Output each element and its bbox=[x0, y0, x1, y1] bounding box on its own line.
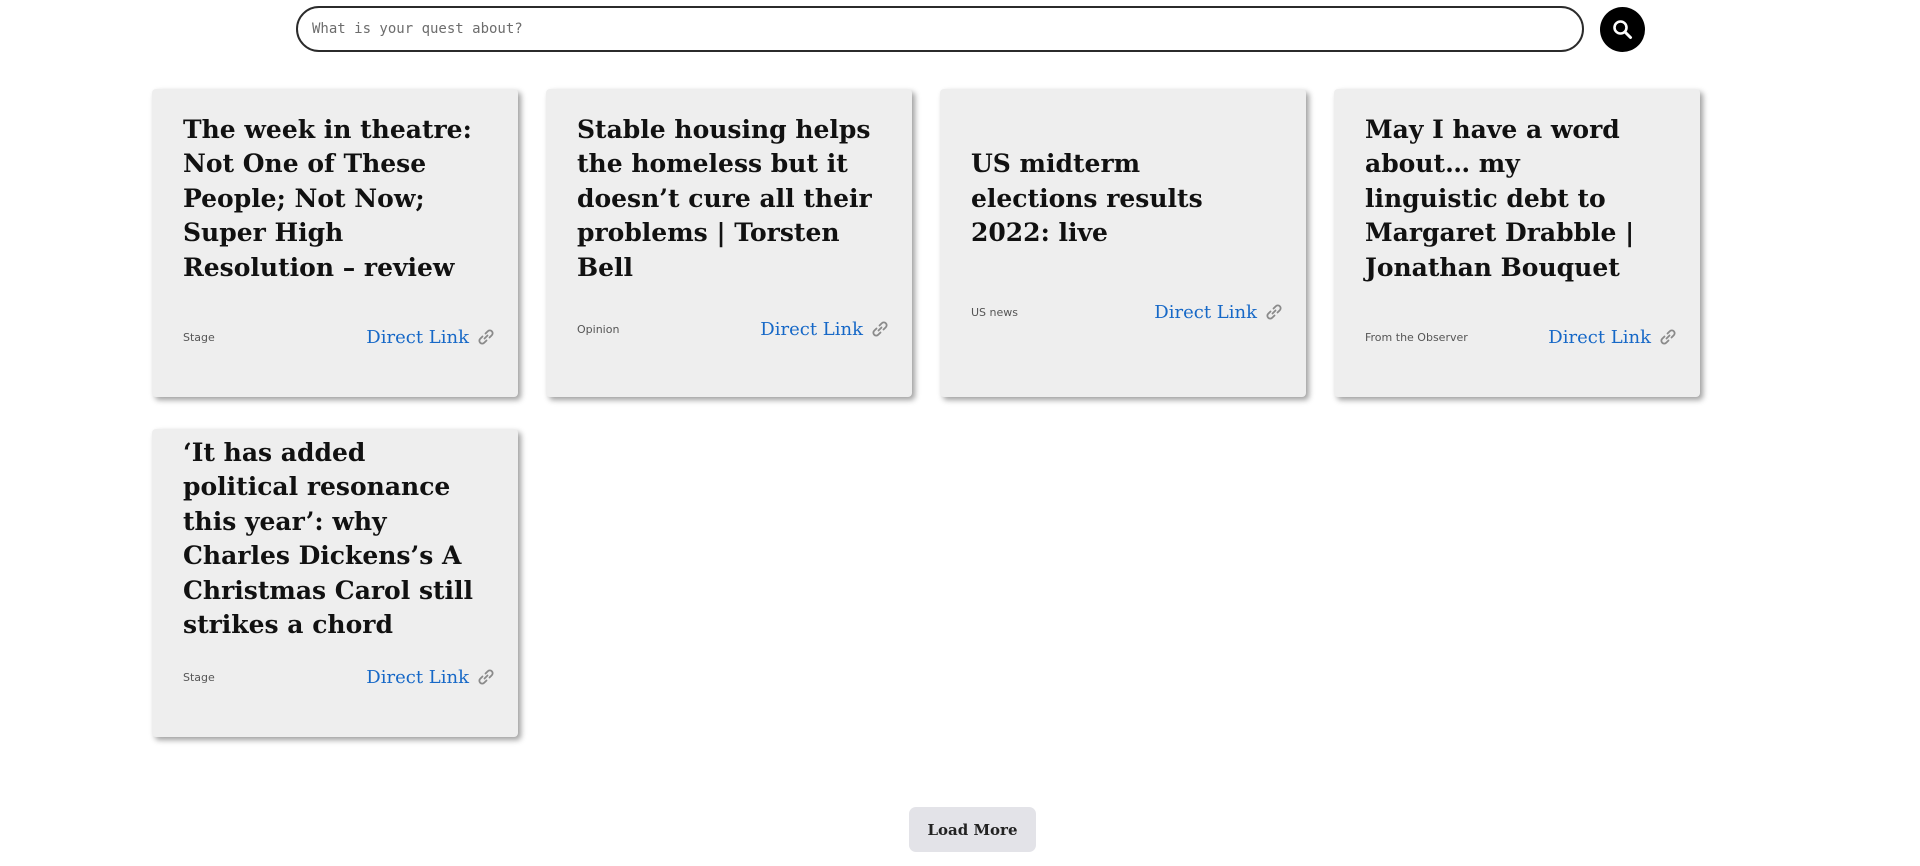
article-card: Stable housing helps the homeless but it… bbox=[546, 89, 912, 397]
article-category: From the Observer bbox=[1365, 330, 1468, 344]
article-title: ‘It has added political resonance this y… bbox=[183, 437, 474, 640]
direct-link[interactable]: Direct Link bbox=[366, 667, 496, 688]
link-chain-icon[interactable] bbox=[1658, 327, 1678, 347]
article-title: May I have a word about… my linguistic d… bbox=[1365, 114, 1635, 282]
direct-link-label[interactable]: Direct Link bbox=[1548, 327, 1651, 348]
search-bar bbox=[296, 6, 1648, 54]
article-category: Stage bbox=[183, 670, 215, 684]
card-footer: US news Direct Link bbox=[971, 296, 1284, 328]
direct-link-label[interactable]: Direct Link bbox=[760, 319, 863, 340]
article-category: Stage bbox=[183, 330, 215, 344]
direct-link[interactable]: Direct Link bbox=[366, 327, 496, 348]
link-chain-icon[interactable] bbox=[1264, 302, 1284, 322]
article-card: ‘It has added political resonance this y… bbox=[152, 429, 518, 737]
article-title: Stable housing helps the homeless but it… bbox=[577, 114, 872, 282]
direct-link[interactable]: Direct Link bbox=[1154, 302, 1284, 323]
link-chain-icon[interactable] bbox=[476, 667, 496, 687]
search-button[interactable] bbox=[1600, 7, 1645, 52]
direct-link-label[interactable]: Direct Link bbox=[1154, 302, 1257, 323]
article-title: US midterm elections results 2022: live bbox=[971, 149, 1203, 248]
direct-link-label[interactable]: Direct Link bbox=[366, 327, 469, 348]
card-footer: Stage Direct Link bbox=[183, 321, 496, 353]
article-card: The week in theatre: Not One of These Pe… bbox=[152, 89, 518, 397]
card-footer: From the Observer Direct Link bbox=[1365, 321, 1678, 353]
article-title: The week in theatre: Not One of These Pe… bbox=[183, 114, 472, 282]
card-footer: Opinion Direct Link bbox=[577, 313, 890, 345]
direct-link[interactable]: Direct Link bbox=[760, 319, 890, 340]
search-input[interactable] bbox=[296, 6, 1584, 52]
article-category: US news bbox=[971, 305, 1018, 319]
search-icon bbox=[1613, 20, 1632, 39]
card-footer: Stage Direct Link bbox=[183, 661, 496, 693]
direct-link-label[interactable]: Direct Link bbox=[366, 667, 469, 688]
link-chain-icon[interactable] bbox=[476, 327, 496, 347]
link-chain-icon[interactable] bbox=[870, 319, 890, 339]
article-card: May I have a word about… my linguistic d… bbox=[1334, 89, 1700, 397]
load-more-button[interactable]: Load More bbox=[909, 807, 1036, 852]
article-card: US midterm elections results 2022: live … bbox=[940, 89, 1306, 397]
article-category: Opinion bbox=[577, 322, 620, 336]
direct-link[interactable]: Direct Link bbox=[1548, 327, 1678, 348]
